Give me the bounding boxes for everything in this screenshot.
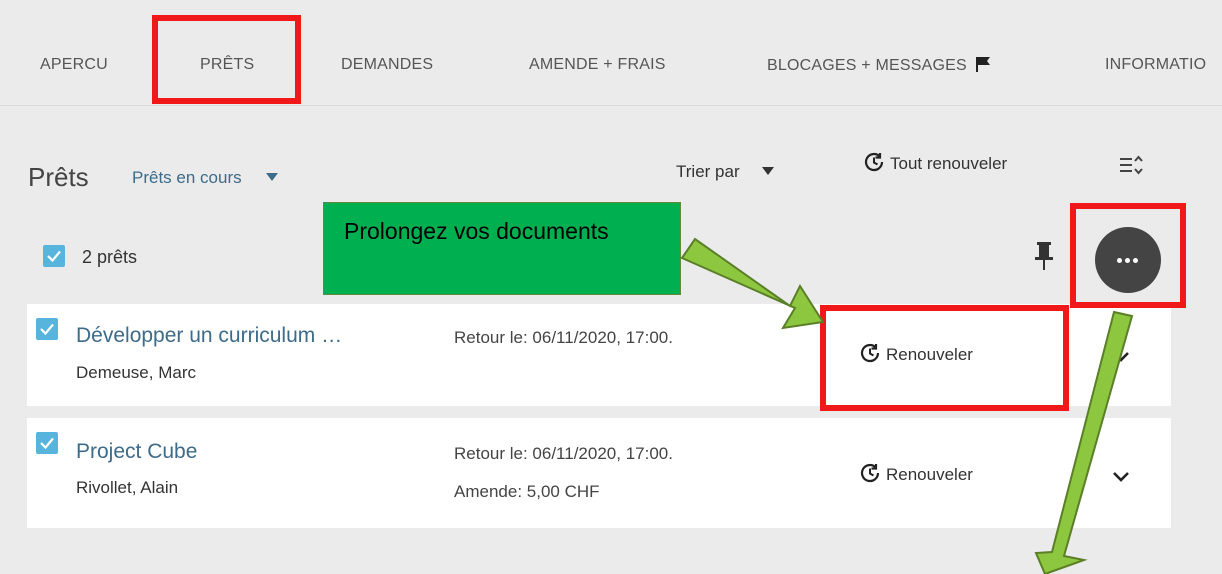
annotation-arrow <box>680 237 825 330</box>
annotation-arrow <box>1034 310 1134 574</box>
annotation-arrows <box>680 237 1134 574</box>
